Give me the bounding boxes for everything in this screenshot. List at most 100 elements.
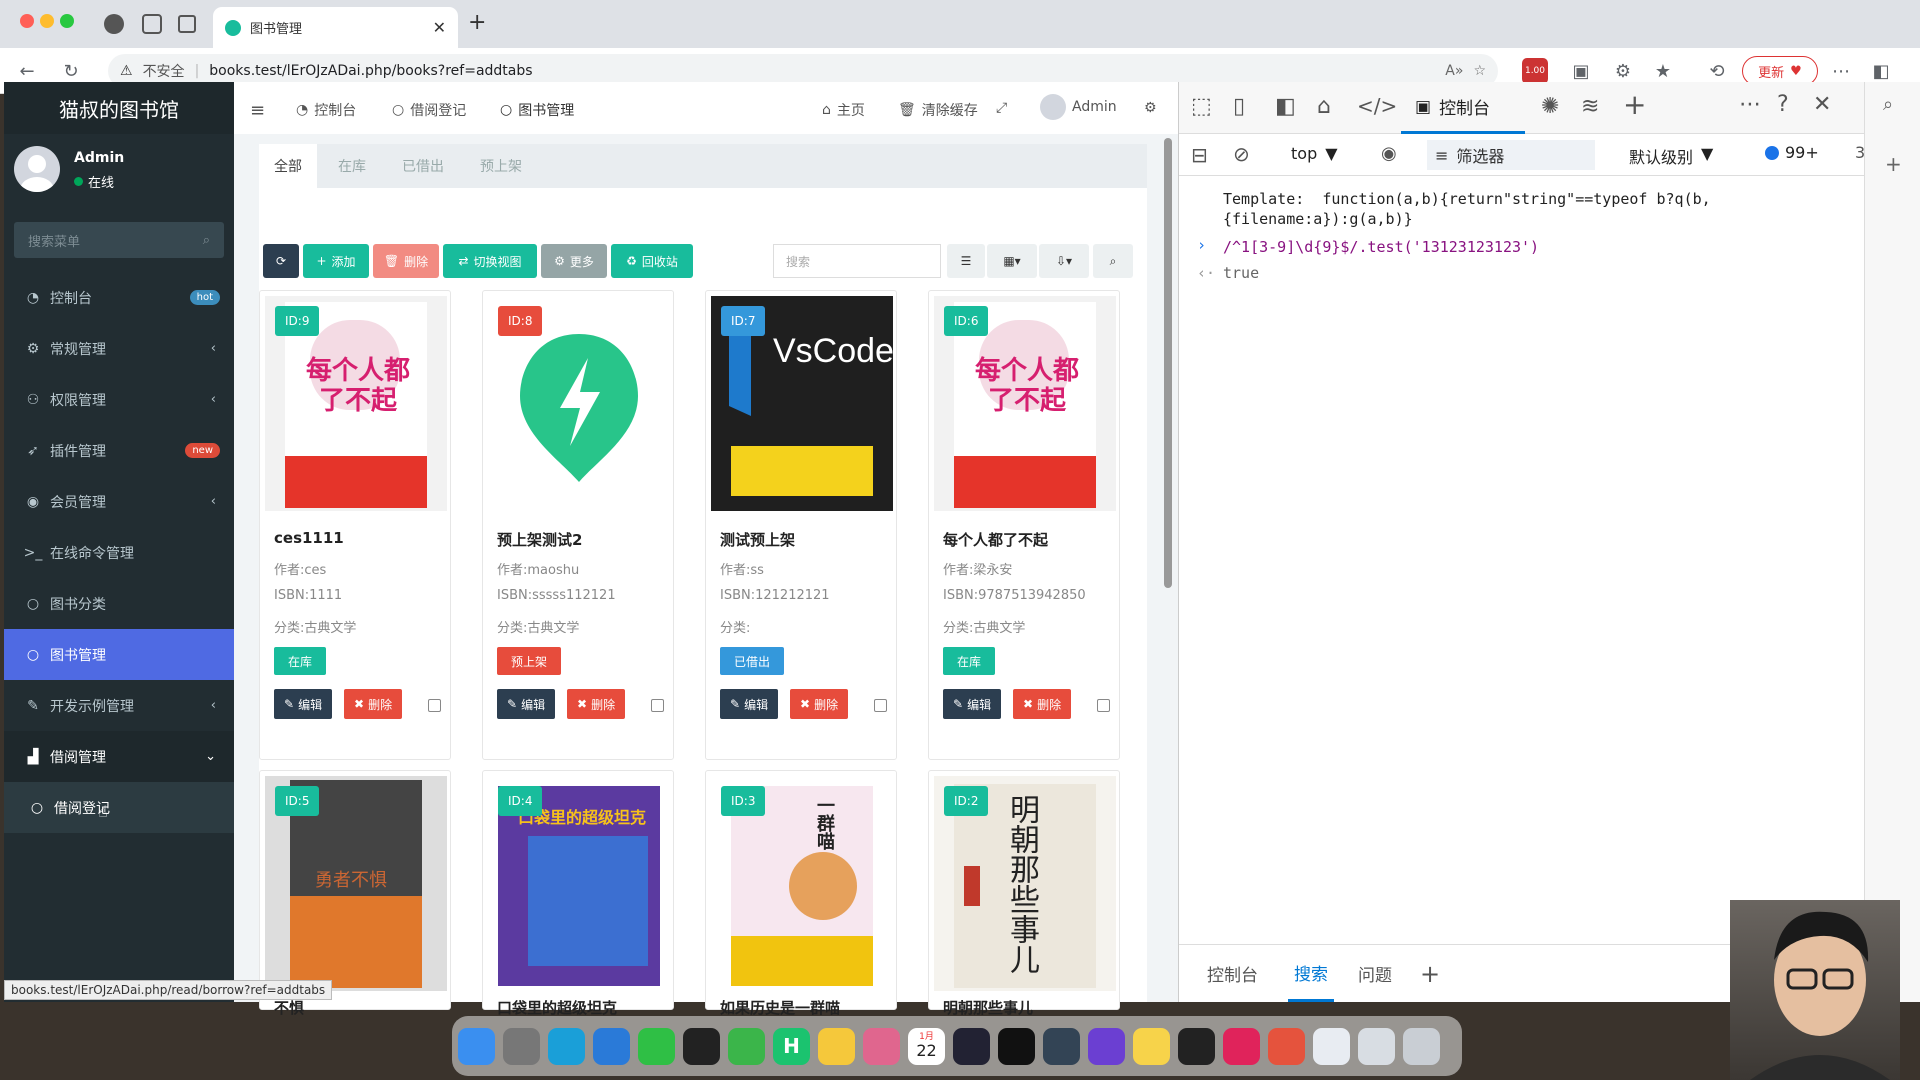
more-tools-icon[interactable]: ⋯	[1739, 92, 1761, 117]
drawer-tab-issues[interactable]: 问题	[1358, 961, 1392, 986]
clear-console-icon[interactable]: ⊘	[1233, 142, 1250, 166]
app-icon[interactable]	[818, 1027, 855, 1065]
favorites-icon[interactable]: ★	[1650, 58, 1676, 84]
dock-side-icon[interactable]: ◧	[1275, 94, 1296, 119]
notes-icon[interactable]	[1133, 1027, 1170, 1065]
tab-borrow-register[interactable]: ○ 借阅登记	[392, 100, 466, 120]
list-view-icon[interactable]: ☰	[947, 244, 985, 278]
sidebar-item-permission[interactable]: ⚇ 权限管理 ‹	[4, 374, 234, 425]
sidebar-item-dev-examples[interactable]: ✎ 开发示例管理 ‹	[4, 680, 234, 731]
sidebar-item-members[interactable]: ◉ 会员管理 ‹	[4, 476, 234, 527]
close-tab-icon[interactable]: ✕	[433, 18, 446, 37]
chrome-icon[interactable]	[1268, 1027, 1305, 1065]
search-icon[interactable]: ⌕	[1883, 94, 1893, 115]
recycle-bin-button[interactable]: ♻ 回收站	[611, 244, 693, 278]
book-card[interactable]: 一群喵 ID:3 如果历史是一群喵	[705, 770, 897, 1017]
log-level-dropdown[interactable]: 默认级别 ▼	[1629, 144, 1713, 168]
history-icon[interactable]: ⟲	[1704, 58, 1730, 84]
read-aloud-icon[interactable]: A»	[1445, 63, 1463, 79]
delete-button[interactable]: ✖ 删除	[344, 689, 403, 719]
vscode-icon[interactable]	[593, 1027, 630, 1065]
reload-icon[interactable]: ↻	[58, 58, 84, 84]
sidebar-item-general[interactable]: ⚙ 常规管理 ‹	[4, 323, 234, 374]
search-icon[interactable]: ⌕	[1093, 244, 1133, 278]
book-card[interactable]: 每个人都了不起 ID:9 ces1111 作者:ces ISBN:1111 分类…	[259, 290, 451, 760]
qq-icon[interactable]	[683, 1027, 720, 1065]
eye-icon[interactable]: ◉	[1381, 143, 1397, 164]
delete-button[interactable]: ✖ 删除	[1013, 689, 1072, 719]
status-badge[interactable]: 在库	[943, 647, 996, 675]
settings-cogs-icon[interactable]: ⚙	[1144, 100, 1157, 116]
book-card[interactable]: 口袋里的超级坦克 ID:4 口袋里的超级坦克	[482, 770, 674, 1017]
more-button[interactable]: ⚙ 更多	[541, 244, 607, 278]
edit-button[interactable]: ✎ 编辑	[497, 689, 556, 719]
back-icon[interactable]: ←	[14, 58, 40, 84]
favorite-star-icon[interactable]: ☆	[1473, 63, 1486, 79]
collections-icon[interactable]	[142, 14, 162, 34]
device-emulation-icon[interactable]: ▯	[1233, 94, 1245, 119]
select-checkbox[interactable]	[651, 699, 664, 712]
sidebar-item-plugins[interactable]: ➶ 插件管理 new	[4, 425, 234, 476]
switch-view-button[interactable]: ⇄ 切换视图	[443, 244, 537, 278]
downloads-icon[interactable]	[1313, 1027, 1350, 1065]
hamburger-menu-icon[interactable]: ≡	[250, 100, 265, 121]
console-output[interactable]: Template: function(a,b){return"string"==…	[1179, 176, 1920, 926]
issues-counter[interactable]: 99+	[1765, 143, 1819, 162]
select-checkbox[interactable]	[428, 699, 441, 712]
tab-dashboard[interactable]: ◔ 控制台	[296, 100, 356, 120]
extensions-icon[interactable]: ⚙	[1610, 58, 1636, 84]
book-card[interactable]: ID:8 预上架测试2 作者:maoshu ISBN:sssss112121 分…	[482, 290, 674, 760]
scrollbar[interactable]	[1164, 138, 1172, 588]
more-menu-icon[interactable]: ⋯	[1828, 58, 1854, 84]
app-icon[interactable]	[953, 1027, 990, 1065]
welcome-home-icon[interactable]: ⌂	[1317, 94, 1331, 119]
book-card[interactable]: VsCode ID:7 测试预上架 作者:ss ISBN:121212121 分…	[705, 290, 897, 760]
sidebar-item-borrow-management[interactable]: ▟ 借阅管理 ⌄	[4, 731, 234, 782]
add-button[interactable]: + 添加	[303, 244, 369, 278]
app-icon[interactable]	[1178, 1027, 1215, 1065]
new-tab-icon[interactable]: +	[468, 10, 486, 35]
filter-tab-pre-shelf[interactable]: 预上架	[465, 144, 537, 188]
sidebar-toggle-icon[interactable]: ◧	[1868, 58, 1894, 84]
trash-icon[interactable]	[1403, 1027, 1440, 1065]
launchpad-icon[interactable]	[503, 1027, 540, 1065]
edit-button[interactable]: ✎ 编辑	[274, 689, 333, 719]
zoom-window-button[interactable]	[60, 14, 74, 28]
documents-icon[interactable]	[1358, 1027, 1395, 1065]
finder-icon[interactable]	[458, 1027, 495, 1065]
reading-mode-icon[interactable]: ▣	[1568, 58, 1594, 84]
clear-cache-link[interactable]: 🗑 清除缓存	[898, 100, 978, 120]
inspect-icon[interactable]: ⬚	[1191, 94, 1212, 119]
columns-dropdown-icon[interactable]: ▦▾	[987, 244, 1037, 278]
sidebar-toggle-icon[interactable]: ⊟	[1191, 143, 1208, 167]
context-dropdown[interactable]: top ▼	[1291, 144, 1338, 163]
delete-button[interactable]: ✖ 删除	[790, 689, 849, 719]
delete-button[interactable]: ✖ 删除	[567, 689, 626, 719]
menu-search-input[interactable]: 搜索菜单 ⌕	[14, 222, 224, 258]
tab-console[interactable]: ▣ 控制台	[1401, 82, 1525, 134]
table-search-input[interactable]: 搜索	[773, 244, 941, 278]
hbuilder-icon[interactable]: H	[773, 1027, 810, 1065]
photos-icon[interactable]	[863, 1027, 900, 1065]
minimize-window-button[interactable]	[40, 14, 54, 28]
help-icon[interactable]: ?	[1777, 92, 1789, 117]
book-card[interactable]: 明朝那些事儿 ID:2 明朝那些事儿	[928, 770, 1120, 1017]
tab-actions-icon[interactable]	[178, 15, 196, 33]
close-window-button[interactable]	[20, 14, 34, 28]
app-icon[interactable]	[1223, 1027, 1260, 1065]
search-icon[interactable]: ⌕	[203, 233, 210, 248]
elements-icon[interactable]: </>	[1357, 94, 1397, 118]
edit-button[interactable]: ✎ 编辑	[943, 689, 1002, 719]
status-badge[interactable]: 已借出	[720, 647, 785, 675]
sidebar-item-dashboard[interactable]: ◔ 控制台 hot	[4, 272, 234, 323]
add-sidebar-app-icon[interactable]: +	[1885, 152, 1902, 176]
select-checkbox[interactable]	[874, 699, 887, 712]
add-tool-icon[interactable]: +	[1623, 88, 1646, 121]
admin-menu[interactable]: Admin	[1040, 94, 1117, 120]
edge-icon[interactable]	[548, 1027, 585, 1065]
sidebar-item-borrow-register[interactable]: ○ 借阅登记 ☝	[4, 782, 234, 833]
sidebar-item-commands[interactable]: >_ 在线命令管理	[4, 527, 234, 578]
activity-monitor-icon[interactable]	[1043, 1027, 1080, 1065]
book-card[interactable]: 勇者不惧 ID:5 不惧	[259, 770, 451, 1017]
drawer-tab-search[interactable]: 搜索	[1288, 946, 1334, 1002]
